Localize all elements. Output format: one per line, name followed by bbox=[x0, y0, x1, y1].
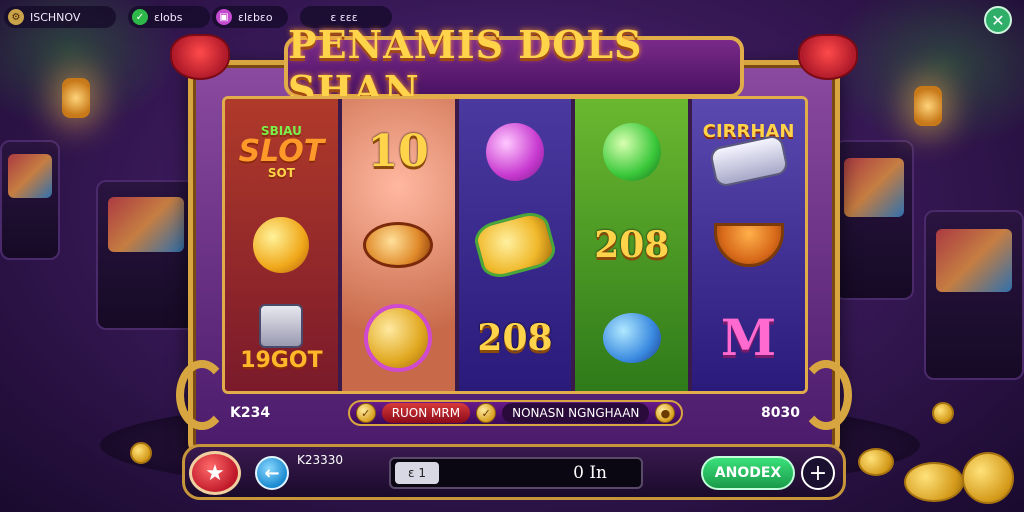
number-symbol-text: 10 bbox=[367, 126, 429, 178]
plus-button[interactable]: + bbox=[801, 456, 835, 490]
check-coin-icon: ✓ bbox=[476, 403, 497, 423]
lantern-icon bbox=[914, 86, 942, 126]
check-pill[interactable]: ✓ ɛlobs bbox=[128, 6, 210, 28]
control-panel: ★ ← K23330 ɛ 1 0 In ANODEX + bbox=[182, 444, 846, 500]
number-symbol-text: 208 bbox=[594, 223, 670, 266]
reel-3: 208 bbox=[458, 99, 572, 391]
account-pill[interactable]: ⚙ ISCHNOV bbox=[4, 6, 116, 28]
arcade-cabinet-bg bbox=[924, 210, 1024, 380]
bet-chip[interactable]: ɛ 1 bbox=[395, 462, 439, 484]
check-icon: ✓ bbox=[132, 9, 148, 25]
info-mid-right: NONASN NGNGHAAN bbox=[502, 403, 650, 423]
letter-symbol: M bbox=[704, 295, 794, 381]
info-mid-left: RUON MRM bbox=[381, 403, 471, 423]
plus-icon: + bbox=[808, 460, 828, 486]
close-button[interactable]: ✕ bbox=[984, 6, 1012, 34]
bet-field[interactable]: ɛ 1 0 In bbox=[389, 457, 643, 489]
bread-slice-icon bbox=[470, 202, 560, 288]
check-pill-label: ɛlobs bbox=[154, 10, 183, 24]
reel-window: SBIAU SLOT SOT 19GOT 10 208 208 CIRRHAN … bbox=[222, 96, 808, 394]
pink-gem-icon bbox=[470, 109, 560, 195]
gold-coin-icon bbox=[962, 452, 1014, 504]
title-banner: PENAMIS DOLS SHAN bbox=[284, 22, 744, 112]
close-icon: ✕ bbox=[991, 10, 1005, 30]
gold-coin-icon bbox=[858, 448, 894, 476]
bonus-symbol-text: 19GOT bbox=[240, 348, 323, 374]
cirrhan-symbol: CIRRHAN bbox=[702, 109, 795, 195]
slot-logo-line-2: SLOT bbox=[238, 133, 325, 169]
red-bow-icon bbox=[170, 34, 230, 80]
bag-icon: ▣ bbox=[216, 9, 232, 25]
star-icon: ★ bbox=[205, 460, 225, 486]
lantern-icon bbox=[62, 78, 90, 118]
reel-5: CIRRHAN M bbox=[692, 99, 805, 391]
slot-logo-symbol: SBIAU SLOT SOT bbox=[236, 109, 326, 195]
gold-coin-icon bbox=[932, 402, 954, 424]
home-button[interactable]: ★ bbox=[189, 451, 241, 495]
sausage-plate-icon bbox=[353, 202, 443, 288]
check-coin-icon: ✓ bbox=[355, 403, 376, 423]
reel-4: 208 bbox=[575, 99, 689, 391]
bag-pill[interactable]: ▣ ɛlɛbɛo bbox=[212, 6, 288, 28]
back-button[interactable]: ← bbox=[255, 456, 289, 490]
balance-value: K23330 bbox=[297, 453, 344, 467]
reel-2: 10 bbox=[341, 99, 455, 391]
bet-value: 0 In bbox=[573, 463, 607, 483]
info-left-value: K234 bbox=[230, 405, 271, 421]
info-mid-bar: ✓ RUON MRM ✓ NONASN NGNGHAAN ● bbox=[347, 400, 684, 426]
bowl-icon bbox=[704, 202, 794, 288]
spin-button[interactable]: ANODEX bbox=[701, 456, 795, 490]
reel-1: SBIAU SLOT SOT 19GOT bbox=[225, 99, 338, 391]
green-gem-icon bbox=[587, 109, 677, 195]
letter-symbol-text: M bbox=[720, 308, 777, 368]
account-label: ISCHNOV bbox=[30, 10, 81, 24]
bag-pill-label: ɛlɛbɛo bbox=[238, 10, 273, 24]
number-symbol: 208 bbox=[470, 295, 560, 381]
info-strip: K234 ✓ RUON MRM ✓ NONASN NGNGHAAN ● 8030 bbox=[220, 398, 810, 428]
gold-coin-stack-icon bbox=[353, 295, 443, 381]
bonus-symbol: 19GOT bbox=[236, 295, 326, 381]
gold-fruit-icon bbox=[236, 202, 326, 288]
slot-machine-frame: PENAMIS DOLS SHAN SBIAU SLOT SOT 19GOT 1… bbox=[170, 22, 858, 470]
number-symbol: 208 bbox=[587, 202, 677, 288]
gold-coin-icon bbox=[904, 462, 964, 502]
robot-tank-icon bbox=[259, 304, 304, 349]
red-bow-icon bbox=[798, 34, 858, 80]
gold-coin-icon bbox=[130, 442, 152, 464]
cirrhan-symbol-text: CIRRHAN bbox=[702, 120, 795, 142]
gear-icon: ⚙ bbox=[8, 9, 24, 25]
arrow-left-icon: ← bbox=[264, 462, 280, 484]
number-symbol-text: 208 bbox=[477, 317, 553, 360]
arcade-cabinet-bg bbox=[0, 140, 60, 260]
info-right-value: 8030 bbox=[761, 405, 800, 421]
blue-bell-icon bbox=[587, 295, 677, 381]
gold-coin-icon: ● bbox=[655, 403, 676, 423]
number-symbol: 10 bbox=[353, 109, 443, 195]
